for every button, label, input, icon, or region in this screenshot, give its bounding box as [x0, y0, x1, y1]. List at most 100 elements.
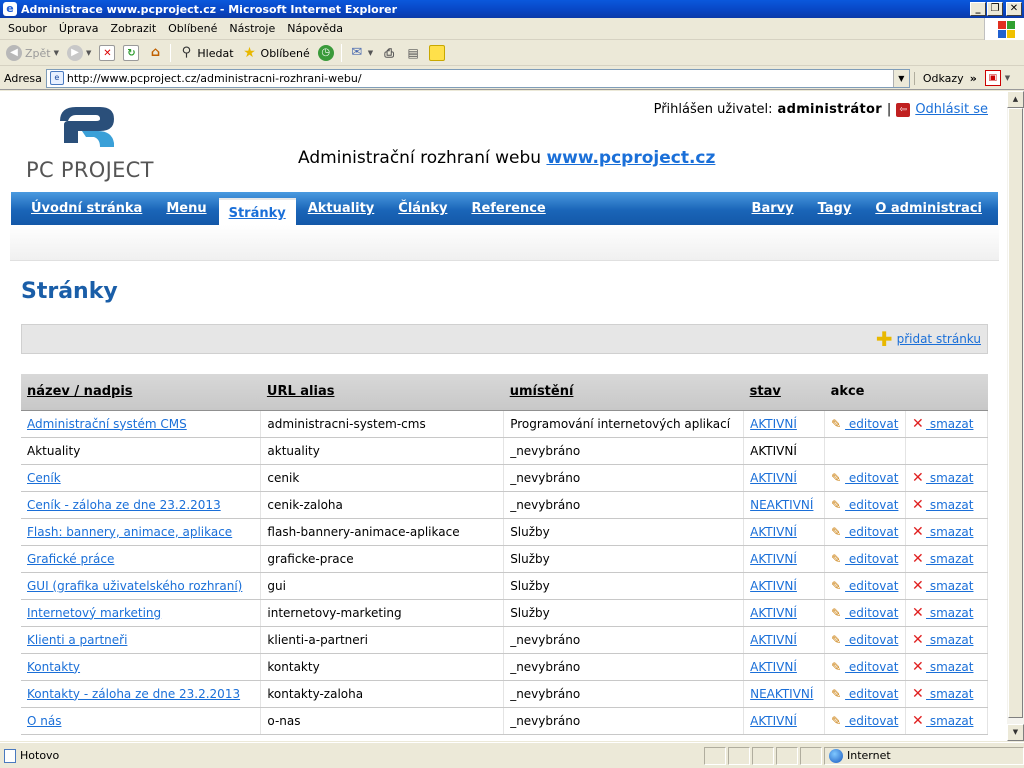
page-name-link[interactable]: Administrační systém CMS: [27, 417, 187, 431]
pencil-icon[interactable]: ✎: [831, 633, 845, 647]
edit-link[interactable]: editovat: [845, 633, 899, 647]
delete-x-icon[interactable]: ✕: [912, 579, 926, 593]
state-toggle-link[interactable]: AKTIVNÍ: [750, 552, 797, 566]
page-name-link[interactable]: Ceník: [27, 471, 61, 485]
title-bar[interactable]: e Administrace www.pcproject.cz - Micros…: [0, 0, 1024, 18]
nav-menu[interactable]: Menu: [154, 192, 218, 225]
delete-x-icon[interactable]: ✕: [912, 633, 926, 647]
nav-references[interactable]: Reference: [459, 192, 557, 225]
edit-page-button[interactable]: ▤: [402, 42, 424, 64]
scroll-up-button[interactable]: ▲: [1007, 91, 1024, 108]
close-button[interactable]: ✕: [1006, 2, 1022, 16]
delete-x-icon[interactable]: ✕: [912, 498, 926, 512]
forward-button[interactable]: ▶ ▼: [64, 42, 94, 64]
delete-link[interactable]: smazat: [926, 471, 974, 485]
chevron-right-icon[interactable]: »: [970, 72, 977, 85]
maximize-button[interactable]: ❐: [987, 2, 1003, 16]
state-toggle-link[interactable]: AKTIVNÍ: [750, 471, 797, 485]
menu-file[interactable]: Soubor: [2, 22, 53, 35]
delete-link[interactable]: smazat: [926, 606, 974, 620]
chevron-down-icon[interactable]: ▼: [1005, 74, 1010, 82]
edit-link[interactable]: editovat: [845, 714, 899, 728]
menu-favorites[interactable]: Oblíbené: [162, 22, 223, 35]
vertical-scrollbar[interactable]: ▲ ▼: [1007, 91, 1024, 741]
delete-x-icon[interactable]: ✕: [912, 525, 926, 539]
pencil-icon[interactable]: ✎: [831, 525, 845, 539]
nav-about[interactable]: O administraci: [863, 192, 998, 225]
delete-x-icon[interactable]: ✕: [912, 471, 926, 485]
delete-link[interactable]: smazat: [926, 714, 974, 728]
nav-colors[interactable]: Barvy: [740, 192, 806, 225]
delete-link[interactable]: smazat: [926, 660, 974, 674]
minimize-button[interactable]: _: [970, 2, 986, 16]
chevron-down-icon[interactable]: ▼: [86, 49, 91, 57]
delete-link[interactable]: smazat: [926, 525, 974, 539]
scroll-down-button[interactable]: ▼: [1007, 724, 1024, 741]
pencil-icon[interactable]: ✎: [831, 660, 845, 674]
edit-link[interactable]: editovat: [845, 660, 899, 674]
address-url[interactable]: http://www.pcproject.cz/administracni-ro…: [67, 72, 893, 85]
delete-x-icon[interactable]: ✕: [912, 606, 926, 620]
state-toggle-link[interactable]: AKTIVNÍ: [750, 417, 797, 431]
pencil-icon[interactable]: ✎: [831, 417, 845, 431]
edit-link[interactable]: editovat: [845, 606, 899, 620]
nav-pages[interactable]: Stránky: [218, 198, 296, 225]
page-name-link[interactable]: GUI (grafika uživatelského rozhraní): [27, 579, 242, 593]
delete-link[interactable]: smazat: [926, 552, 974, 566]
state-toggle-link[interactable]: AKTIVNÍ: [750, 714, 797, 728]
print-button[interactable]: ⎙: [378, 42, 400, 64]
address-input[interactable]: e http://www.pcproject.cz/administracni-…: [45, 68, 910, 88]
edit-link[interactable]: editovat: [845, 687, 899, 701]
plus-icon[interactable]: ✚: [876, 329, 893, 349]
edit-link[interactable]: editovat: [845, 471, 899, 485]
edit-link[interactable]: editovat: [845, 579, 899, 593]
state-toggle-link[interactable]: NEAKTIVNÍ: [750, 687, 813, 701]
delete-x-icon[interactable]: ✕: [912, 660, 926, 674]
pencil-icon[interactable]: ✎: [831, 579, 845, 593]
pencil-icon[interactable]: ✎: [831, 498, 845, 512]
state-toggle-link[interactable]: AKTIVNÍ: [750, 633, 797, 647]
add-page-link[interactable]: přidat stránku: [897, 332, 981, 346]
nav-news[interactable]: Aktuality: [296, 192, 387, 225]
state-toggle-link[interactable]: AKTIVNÍ: [750, 525, 797, 539]
page-name-link[interactable]: Kontakty: [27, 660, 80, 674]
edit-link[interactable]: editovat: [845, 417, 899, 431]
page-name-link[interactable]: Internetový marketing: [27, 606, 161, 620]
scroll-thumb[interactable]: [1008, 108, 1023, 718]
pdf-icon[interactable]: ▣: [984, 70, 1001, 86]
state-toggle-link[interactable]: AKTIVNÍ: [750, 606, 797, 620]
state-toggle-link[interactable]: AKTIVNÍ: [750, 660, 797, 674]
col-header-name[interactable]: název / nadpis: [21, 374, 261, 411]
chevron-down-icon[interactable]: ▼: [54, 49, 59, 57]
pencil-icon[interactable]: ✎: [831, 687, 845, 701]
pencil-icon[interactable]: ✎: [831, 606, 845, 620]
history-button[interactable]: ◷: [315, 42, 337, 64]
pc-project-logo[interactable]: PC PROJECT: [26, 103, 156, 183]
search-button[interactable]: ⚲ Hledat: [175, 42, 236, 64]
delete-x-icon[interactable]: ✕: [912, 714, 926, 728]
pencil-icon[interactable]: ✎: [831, 714, 845, 728]
address-dropdown-button[interactable]: ▼: [892, 69, 909, 87]
pencil-icon[interactable]: ✎: [831, 552, 845, 566]
delete-link[interactable]: smazat: [926, 498, 974, 512]
col-header-state[interactable]: stav: [743, 374, 825, 411]
menu-help[interactable]: Nápověda: [281, 22, 349, 35]
delete-x-icon[interactable]: ✕: [912, 417, 926, 431]
menu-tools[interactable]: Nástroje: [223, 22, 281, 35]
back-button[interactable]: ◀ Zpět ▼: [3, 42, 62, 64]
delete-x-icon[interactable]: ✕: [912, 687, 926, 701]
chevron-down-icon[interactable]: ▼: [368, 49, 373, 57]
delete-link[interactable]: smazat: [926, 687, 974, 701]
site-link[interactable]: www.pcproject.cz: [546, 148, 715, 168]
favorites-button[interactable]: ★ Oblíbené: [239, 42, 313, 64]
delete-x-icon[interactable]: ✕: [912, 552, 926, 566]
home-button[interactable]: ⌂: [144, 42, 166, 64]
page-name-link[interactable]: Kontakty - záloha ze dne 23.2.2013: [27, 687, 240, 701]
mail-button[interactable]: ✉ ▼: [346, 42, 376, 64]
stop-button[interactable]: ✕: [96, 42, 118, 64]
edit-link[interactable]: editovat: [845, 552, 899, 566]
col-header-alias[interactable]: URL alias: [260, 374, 504, 411]
state-toggle-link[interactable]: AKTIVNÍ: [750, 579, 797, 593]
nav-tags[interactable]: Tagy: [806, 192, 864, 225]
page-name-link[interactable]: Ceník - záloha ze dne 23.2.2013: [27, 498, 221, 512]
